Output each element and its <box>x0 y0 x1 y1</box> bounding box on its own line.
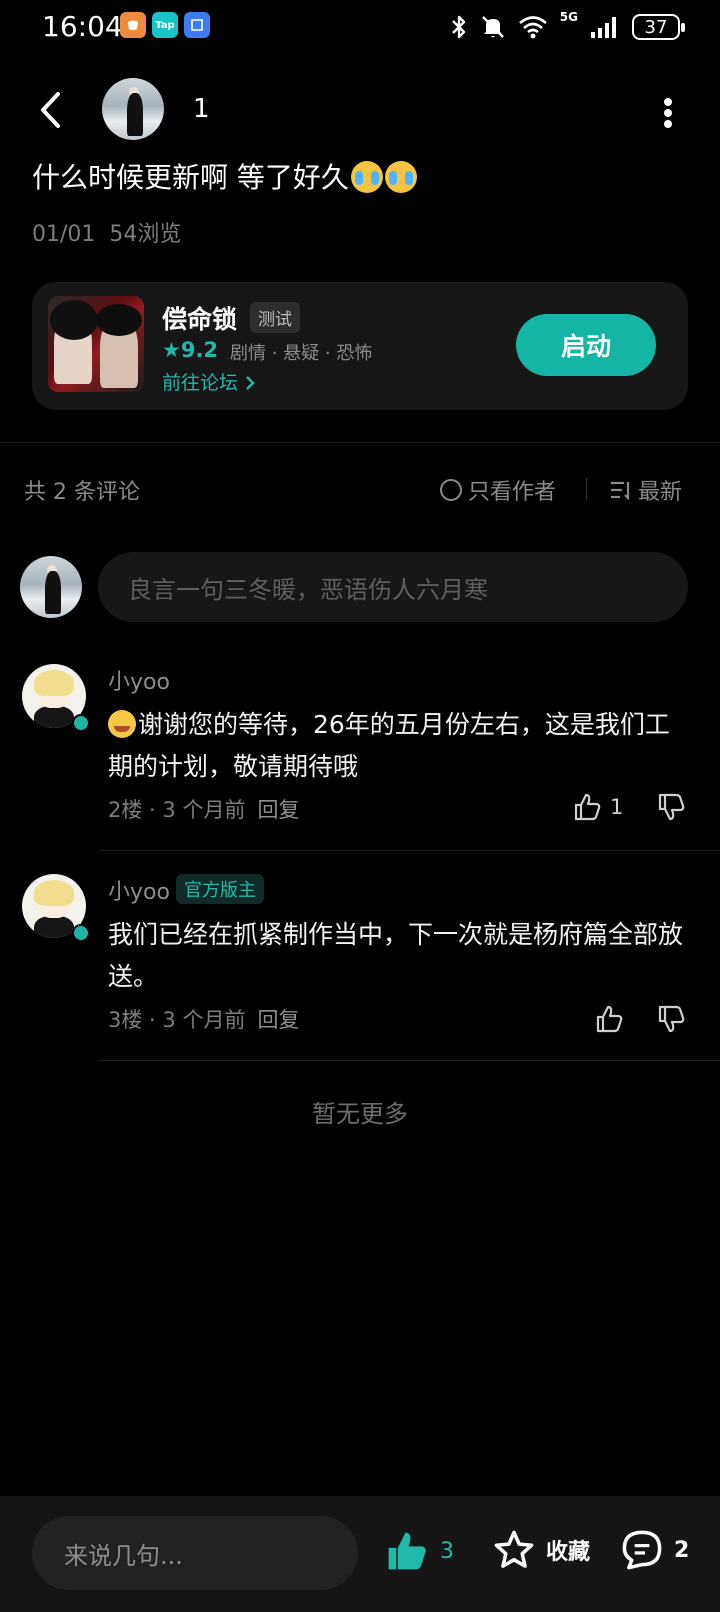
star-icon: ★ <box>162 338 181 362</box>
game-card[interactable]: 偿命锁 测试 ★9.2 剧情 · 悬疑 · 恐怖 前往论坛 启动 <box>32 282 688 410</box>
comment-meta: 2楼 · 3 个月前 回复 <box>108 798 300 822</box>
chevron-left-icon <box>41 92 60 128</box>
dislike-button[interactable] <box>656 1004 686 1038</box>
post-like-button[interactable]: 3 <box>384 1528 454 1574</box>
radio-circle-icon <box>440 479 462 501</box>
status-bar: 16:04 Tap 5G 37 <box>0 0 720 56</box>
thumbs-down-icon <box>658 1005 685 1033</box>
comment-text: 谢谢您的等待，26年的五月份左右，这是我们工期的计划，敬请期待哦 <box>108 710 670 781</box>
my-avatar <box>20 556 82 618</box>
section-divider <box>0 442 720 443</box>
bluetooth-icon <box>451 15 465 39</box>
reply-button[interactable]: 回复 <box>257 1008 299 1032</box>
game-rating: ★9.2 <box>162 338 219 362</box>
verified-badge-icon <box>72 924 90 942</box>
author-only-toggle[interactable]: 只看作者 <box>440 474 556 506</box>
favorite-button[interactable]: 收藏 <box>492 1528 590 1572</box>
blue-app-icon <box>184 12 210 38</box>
post-meta: 01/01 54浏览 <box>32 216 195 248</box>
bell-muted-icon <box>481 16 504 38</box>
game-tag: 测试 <box>250 302 300 333</box>
comment-meta: 3楼 · 3 个月前 回复 <box>108 1008 300 1032</box>
comment-divider <box>100 850 720 851</box>
game-name[interactable]: 偿命锁 <box>162 300 237 336</box>
like-button[interactable] <box>594 1004 624 1034</box>
dislike-button[interactable] <box>656 792 686 826</box>
comment-bubble-icon <box>622 1530 662 1570</box>
crying-emoji-icon <box>350 161 383 193</box>
no-more-text: 暂无更多 <box>312 1100 408 1128</box>
commenter-name[interactable]: 小yoo <box>108 664 170 696</box>
comment-divider <box>100 1060 720 1061</box>
comment-input[interactable]: 良言一句三冬暖，恶语伤人六月寒 <box>98 552 688 622</box>
author-name[interactable]: 1 <box>193 94 210 124</box>
sort-button[interactable]: 最新 <box>610 474 682 506</box>
status-time: 16:04 <box>42 10 123 43</box>
verified-badge-icon <box>72 714 90 732</box>
comments-button[interactable]: 2 <box>620 1528 689 1572</box>
comment-count: 共 2 条评论 <box>24 480 140 505</box>
back-button[interactable] <box>34 90 70 130</box>
crying-emoji-icon <box>384 161 417 193</box>
moderator-badge: 官方版主 <box>176 874 264 904</box>
orange-app-icon <box>120 12 146 38</box>
post-date: 01/01 <box>32 222 96 247</box>
thumbs-down-icon <box>658 793 685 821</box>
thumbs-up-icon <box>574 793 601 821</box>
chevron-right-icon <box>246 376 255 390</box>
author-avatar[interactable] <box>102 78 164 140</box>
comment-text: 我们已经在抓紧制作当中，下一次就是杨府篇全部放送。 <box>108 920 684 991</box>
forum-link[interactable]: 前往论坛 <box>162 368 256 395</box>
launch-button[interactable]: 启动 <box>516 314 656 376</box>
smiling-emoji-icon <box>108 710 136 738</box>
more-options-button[interactable] <box>662 98 674 128</box>
post-title-text: 什么时候更新啊 等了好久 <box>32 161 349 194</box>
taptap-icon: Tap <box>152 12 178 38</box>
sort-icon <box>611 481 630 500</box>
bottom-comment-input[interactable]: 来说几句... <box>32 1516 358 1590</box>
like-button[interactable]: 1 <box>572 792 623 822</box>
network-label: 5G <box>559 10 578 24</box>
commenter-name[interactable]: 小yoo <box>108 874 170 906</box>
thumbs-up-filled-icon <box>388 1532 426 1570</box>
thumbs-up-icon <box>596 1005 623 1033</box>
post-title: 什么时候更新啊 等了好久 <box>32 156 417 196</box>
battery-indicator: 37 <box>632 14 685 40</box>
post-views: 54浏览 <box>109 222 182 247</box>
reply-button[interactable]: 回复 <box>257 798 299 822</box>
signal-icon <box>591 17 616 38</box>
bottom-action-bar: 来说几句... 3 收藏 2 <box>0 1496 720 1612</box>
game-genres: 剧情 · 悬疑 · 恐怖 <box>230 343 373 364</box>
game-cover-image[interactable] <box>48 296 144 392</box>
star-outline-icon <box>494 1530 534 1568</box>
wifi-icon <box>518 16 547 39</box>
divider <box>586 478 587 500</box>
